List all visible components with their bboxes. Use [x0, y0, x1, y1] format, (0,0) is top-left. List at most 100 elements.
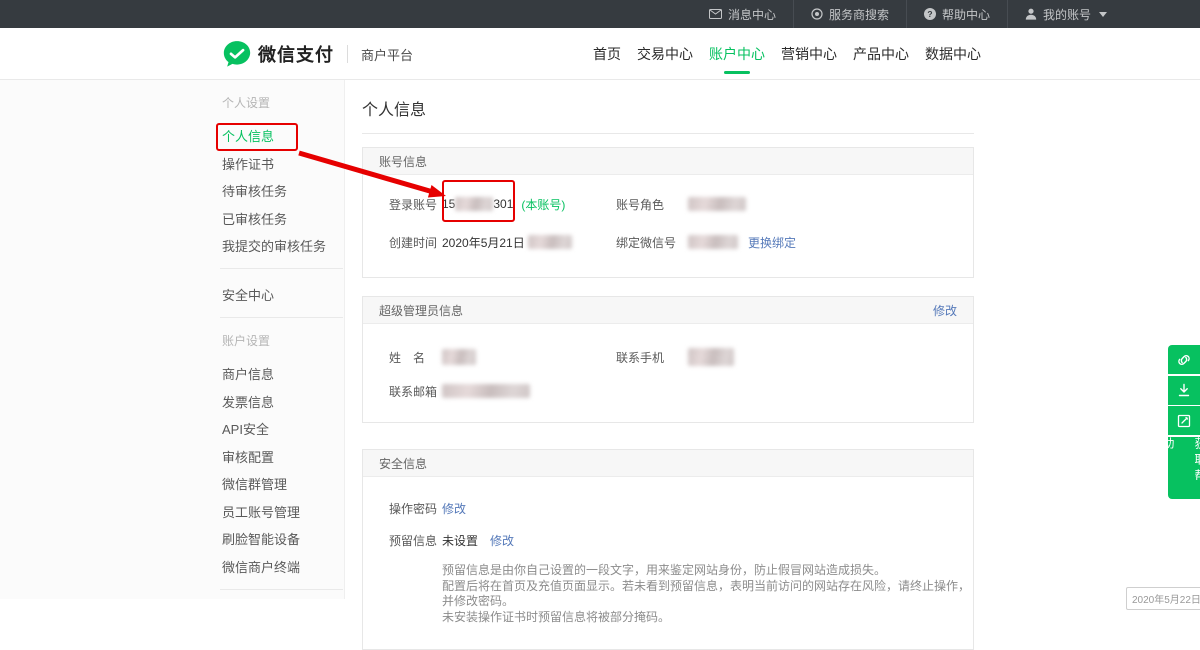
chevron-down-icon — [1099, 12, 1107, 17]
nav-marketing-center[interactable]: 营销中心 — [781, 28, 837, 80]
admin-name-label: 姓 名 — [389, 349, 442, 366]
sidebar-item[interactable]: 待审核任务 — [222, 183, 344, 201]
super-admin-header: 超级管理员信息 修改 — [363, 297, 973, 324]
modify-reserved-link[interactable]: 修改 — [490, 532, 514, 549]
operation-password-label: 操作密码 — [389, 500, 442, 517]
login-account-value: 15301 — [442, 197, 513, 212]
sidebar: 个人设置 个人信息操作证书待审核任务已审核任务我提交的审核任务 安全中心 账户设… — [0, 80, 345, 599]
sidebar-item[interactable]: 发票信息 — [222, 394, 344, 412]
brand[interactable]: 微信支付 商户平台 — [222, 28, 413, 80]
description-line: 配置后将在首页及充值页面显示。若未看到预留信息，表明当前访问的网站存在风险，请终… — [442, 579, 973, 610]
sidebar-divider — [220, 268, 343, 269]
sidebar-item[interactable]: 员工账号管理 — [222, 504, 344, 522]
topbar-item-messages[interactable]: 消息中心 — [692, 0, 793, 28]
portal-name: 商户平台 — [361, 45, 413, 64]
reserved-info-label: 预留信息 — [389, 532, 442, 549]
sidebar-item[interactable]: 我提交的审核任务 — [222, 238, 344, 256]
change-binding-link[interactable]: 更换绑定 — [748, 234, 796, 251]
topbar-item-label: 我的账号 — [1043, 6, 1091, 23]
sidebar-divider — [220, 317, 343, 318]
sidebar-item[interactable]: 操作证书 — [222, 156, 344, 174]
sidebar-item[interactable]: API安全 — [222, 421, 344, 439]
topbar-item-help-center[interactable]: ? 帮助中心 — [906, 0, 1007, 28]
redacted-account-role — [688, 197, 746, 211]
panel-title: 超级管理员信息 — [379, 302, 463, 319]
panel-title: 账号信息 — [379, 153, 427, 170]
security-info-panel: 安全信息 操作密码 修改 预留信息 未设置 修改 预留信息是由你自己设置的一段文… — [362, 449, 974, 650]
modify-admin-link[interactable]: 修改 — [933, 302, 957, 319]
main-nav: 首页 交易中心 账户中心 营销中心 产品中心 数据中心 — [593, 28, 981, 80]
reserved-info-description: 预留信息是由你自己设置的一段文字，用来鉴定网站身份，防止假冒网站造成损失。配置后… — [389, 563, 973, 625]
nav-data-center[interactable]: 数据中心 — [925, 28, 981, 80]
sidebar-group-security: 安全中心 — [222, 287, 344, 305]
current-account-tag: (本账号) — [521, 196, 565, 213]
topbar-item-label: 帮助中心 — [942, 6, 990, 23]
redacted-created-time — [528, 235, 572, 249]
header: 微信支付 商户平台 首页 交易中心 账户中心 营销中心 产品中心 数据中心 — [0, 28, 1200, 80]
sidebar-item[interactable]: 个人信息 — [222, 128, 344, 146]
sidebar-group-title-account: 账户设置 — [222, 332, 344, 350]
redacted-admin-email — [442, 384, 530, 398]
account-role-row: 账号角色 — [616, 185, 973, 223]
sidebar-item[interactable]: 审核配置 — [222, 449, 344, 467]
created-time-label: 创建时间 — [389, 234, 442, 251]
link-icon — [1177, 353, 1191, 367]
login-account-row: 登录账号 15301 (本账号) — [389, 185, 616, 223]
wechat-pay-logo-icon — [222, 39, 252, 69]
account-role-label: 账号角色 — [616, 196, 678, 213]
sidebar-item[interactable]: 微信商户终端 — [222, 559, 344, 577]
topbar-items: 消息中心 服务商搜索 ? 帮助中心 我的账号 — [692, 0, 1124, 28]
help-icon: ? — [924, 8, 936, 20]
download-icon — [1177, 383, 1191, 397]
bound-wechat-row: 绑定微信号 更换绑定 — [616, 223, 973, 261]
nav-transaction-center[interactable]: 交易中心 — [637, 28, 693, 80]
sidebar-item[interactable]: 已审核任务 — [222, 211, 344, 229]
description-line: 未安装操作证书时预留信息将被部分掩码。 — [442, 610, 973, 626]
super-admin-body: 姓 名 联系手机 联系邮箱 — [363, 324, 973, 422]
user-icon — [1025, 8, 1037, 20]
reserved-info-row: 预留信息 未设置 修改 — [389, 525, 973, 555]
description-line: 预留信息是由你自己设置的一段文字，用来鉴定网站身份，防止假冒网站造成损失。 — [442, 563, 973, 579]
get-help-button[interactable]: 获取帮助 — [1168, 437, 1200, 499]
operation-password-row: 操作密码 修改 — [389, 493, 973, 523]
admin-phone-row: 联系手机 — [616, 340, 973, 374]
admin-email-row: 联系邮箱 — [389, 374, 616, 408]
account-info-panel: 账号信息 登录账号 15301 (本账号) 账号角色 创建时间 2020年5月2… — [362, 147, 974, 278]
sidebar-item[interactable]: 安全中心 — [222, 287, 344, 305]
topbar-item-my-account[interactable]: 我的账号 — [1007, 0, 1124, 28]
redacted-login-middle — [455, 197, 493, 211]
sidebar-group-personal: 个人信息操作证书待审核任务已审核任务我提交的审核任务 — [222, 128, 344, 256]
modify-password-link[interactable]: 修改 — [442, 500, 466, 517]
topbar-item-label: 服务商搜索 — [829, 6, 889, 23]
login-account-label: 登录账号 — [389, 196, 442, 213]
main-content: 个人信息 账号信息 登录账号 15301 (本账号) 账号角色 创建时间 202… — [362, 80, 974, 650]
panel-title: 安全信息 — [379, 455, 427, 472]
get-help-label: 获取帮助 — [1152, 437, 1200, 499]
feedback-button[interactable] — [1168, 406, 1200, 435]
reserved-info-status: 未设置 — [442, 532, 478, 549]
bound-wechat-label: 绑定微信号 — [616, 234, 678, 251]
created-time-value: 2020年5月21日 — [442, 234, 525, 251]
security-info-body: 操作密码 修改 预留信息 未设置 修改 预留信息是由你自己设置的一段文字，用来鉴… — [363, 477, 973, 649]
redacted-admin-name — [442, 349, 476, 365]
edit-icon — [1177, 414, 1191, 428]
sidebar-item[interactable]: 微信群管理 — [222, 476, 344, 494]
sidebar-divider — [220, 589, 343, 590]
admin-name-row: 姓 名 — [389, 340, 616, 374]
redacted-wechat-id — [688, 235, 738, 249]
download-button[interactable] — [1168, 376, 1200, 405]
sidebar-item[interactable]: 商户信息 — [222, 366, 344, 384]
nav-home[interactable]: 首页 — [593, 28, 621, 80]
topbar: 消息中心 服务商搜索 ? 帮助中心 我的账号 — [0, 0, 1200, 28]
security-info-header: 安全信息 — [363, 450, 973, 477]
account-info-body: 登录账号 15301 (本账号) 账号角色 创建时间 2020年5月21日 绑定… — [363, 175, 973, 277]
topbar-item-provider-search[interactable]: 服务商搜索 — [793, 0, 906, 28]
admin-email-label: 联系邮箱 — [389, 383, 442, 400]
sidebar-item[interactable]: 刷脸智能设备 — [222, 531, 344, 549]
topbar-item-label: 消息中心 — [728, 6, 776, 23]
redacted-admin-phone — [688, 348, 734, 366]
nav-account-center[interactable]: 账户中心 — [709, 28, 765, 80]
brand-divider — [347, 45, 348, 63]
nav-product-center[interactable]: 产品中心 — [853, 28, 909, 80]
link-button[interactable] — [1168, 345, 1200, 374]
